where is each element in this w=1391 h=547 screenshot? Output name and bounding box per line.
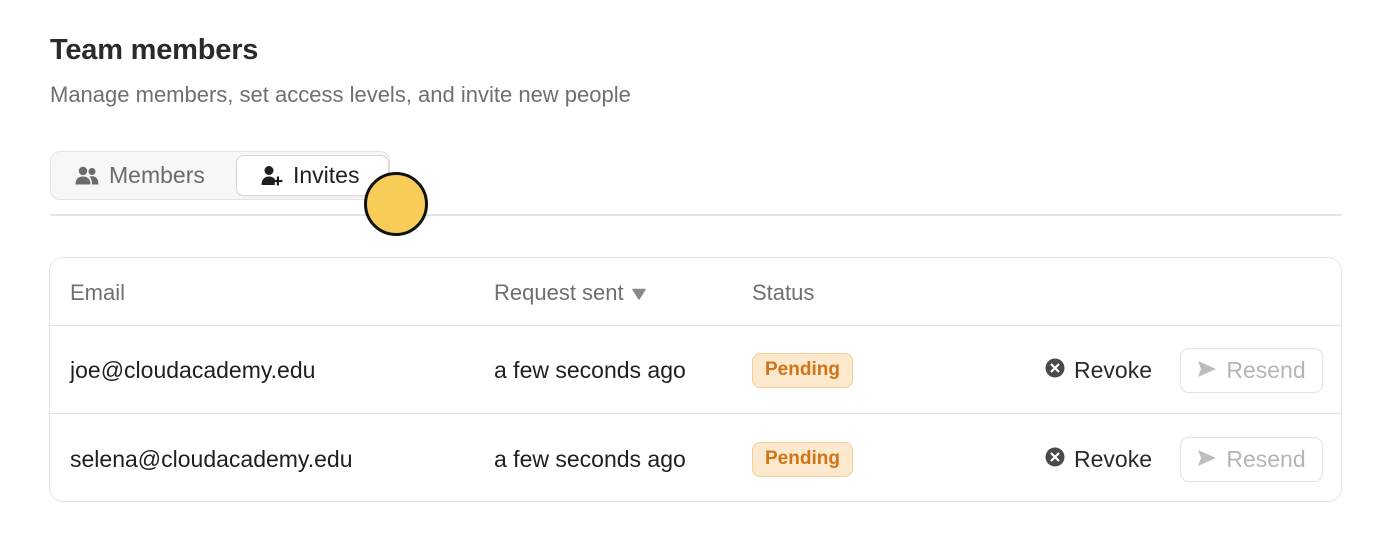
column-header-email[interactable]: Email xyxy=(70,280,125,306)
column-header-request-sent[interactable]: Request sent xyxy=(494,280,646,306)
column-header-status-label: Status xyxy=(752,280,815,305)
caret-down-icon xyxy=(631,280,646,306)
user-plus-icon xyxy=(261,165,283,187)
table-header: Email Request sent Status xyxy=(50,258,1341,326)
tabs-divider xyxy=(50,214,1342,216)
resend-label: Resend xyxy=(1226,446,1306,472)
resend-button[interactable]: Resend xyxy=(1180,437,1323,482)
tab-members[interactable]: Members xyxy=(75,155,205,196)
resend-button[interactable]: Resend xyxy=(1180,348,1323,393)
column-header-request-sent-label: Request sent xyxy=(494,280,624,305)
email-cell: joe@cloudacademy.edu xyxy=(70,356,316,383)
status-badge: Pending xyxy=(752,352,853,388)
cursor-marker xyxy=(364,172,428,236)
column-header-email-label: Email xyxy=(70,280,126,305)
send-icon xyxy=(1197,357,1217,384)
status-cell: Pending xyxy=(752,326,853,414)
request-sent-cell: a few seconds ago xyxy=(494,356,686,383)
invites-table: Email Request sent Status joe@cloudacade… xyxy=(49,257,1342,502)
table-row: selena@cloudacademy.edu a few seconds ag… xyxy=(50,415,1341,501)
revoke-label: Revoke xyxy=(1074,445,1152,472)
revoke-label: Revoke xyxy=(1074,356,1152,383)
request-sent-cell: a few seconds ago xyxy=(494,445,686,472)
close-circle-icon xyxy=(1045,446,1065,473)
status-badge: Pending xyxy=(752,441,853,477)
revoke-button[interactable]: Revoke xyxy=(1045,415,1152,501)
email-cell: selena@cloudacademy.edu xyxy=(70,445,353,472)
tab-invites-label: Invites xyxy=(293,162,360,188)
resend-label: Resend xyxy=(1226,357,1306,383)
page-title: Team members xyxy=(50,34,259,66)
users-icon xyxy=(75,166,99,186)
status-cell: Pending xyxy=(752,415,853,501)
tab-members-label: Members xyxy=(109,162,205,188)
table-row: joe@cloudacademy.edu a few seconds ago P… xyxy=(50,326,1341,414)
close-circle-icon xyxy=(1045,357,1065,384)
send-icon xyxy=(1197,446,1217,473)
page-subtitle: Manage members, set access levels, and i… xyxy=(50,82,631,107)
tab-switcher: Members Invites xyxy=(50,151,390,200)
revoke-button[interactable]: Revoke xyxy=(1045,326,1152,414)
column-header-status[interactable]: Status xyxy=(752,280,814,306)
